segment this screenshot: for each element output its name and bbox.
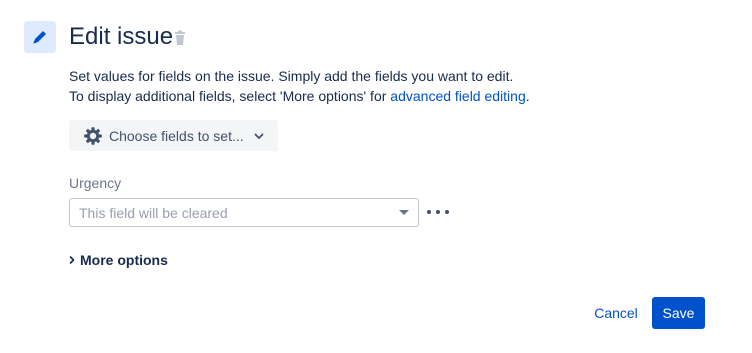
dot [436, 210, 440, 214]
description-line-1: Set values for fields on the issue. Simp… [69, 68, 514, 84]
advanced-field-editing-link[interactable]: advanced field editing [390, 88, 525, 104]
choose-fields-label: Choose fields to set... [109, 127, 244, 144]
description-line-2: To display additional fields, select 'Mo… [69, 86, 530, 106]
edit-icon-tile [24, 21, 56, 53]
urgency-select[interactable]: This field will be cleared [69, 198, 419, 227]
description: Set values for fields on the issue. Simp… [69, 66, 530, 106]
chevron-down-icon [254, 133, 264, 139]
gear-icon [84, 126, 102, 145]
dot [445, 210, 449, 214]
urgency-placeholder: This field will be cleared [79, 204, 228, 221]
caret-down-icon [399, 210, 409, 215]
dot [427, 210, 431, 214]
cancel-button[interactable]: Cancel [589, 297, 643, 329]
more-options-label: More options [80, 252, 168, 268]
urgency-label: Urgency [69, 175, 122, 191]
pencil-icon [33, 31, 46, 44]
trash-icon[interactable] [173, 30, 187, 46]
choose-fields-button[interactable]: Choose fields to set... [69, 120, 278, 151]
save-button[interactable]: Save [652, 297, 705, 329]
description-line-2-suffix: . [525, 88, 530, 104]
edit-issue-dialog: Edit issue Set values for fields on the … [0, 0, 752, 353]
description-line-2-prefix: To display additional fields, select 'Mo… [69, 88, 391, 104]
page-title: Edit issue [69, 23, 174, 50]
more-horizontal-icon[interactable] [427, 205, 449, 219]
more-options-toggle[interactable]: More options [68, 252, 168, 268]
chevron-right-icon [69, 256, 75, 264]
